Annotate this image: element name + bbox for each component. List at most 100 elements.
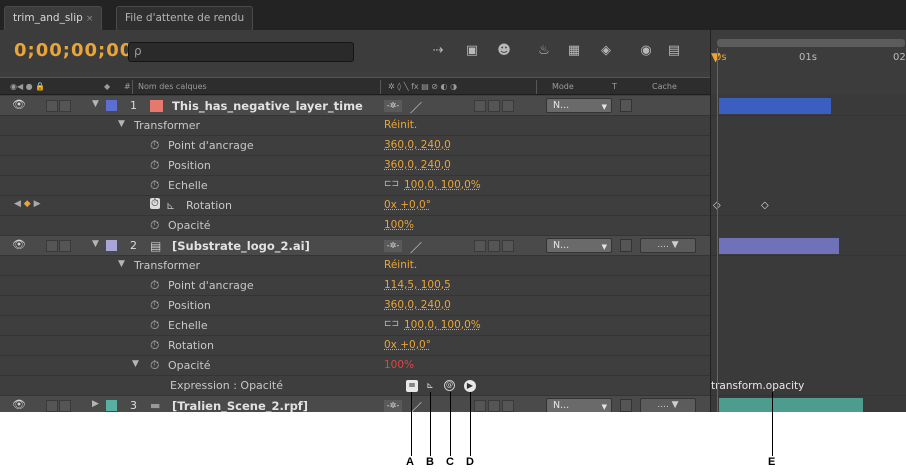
expression-enable-icon[interactable]: = xyxy=(406,380,418,392)
quality-switch-icon[interactable]: ／ xyxy=(410,239,422,256)
eye-icon[interactable]: 👁 xyxy=(12,98,26,111)
chevron-down-icon[interactable]: ▼ xyxy=(118,259,125,269)
brainstorm-icon[interactable]: ◈ xyxy=(596,42,616,60)
anchor-point-value[interactable]: 114,5, 100,5 xyxy=(384,279,451,291)
layer-duration-bar[interactable] xyxy=(719,398,863,412)
auto-keyframe-icon[interactable]: ▤ xyxy=(664,42,684,60)
stopwatch-icon[interactable]: ⏱ xyxy=(150,298,159,313)
layer-name[interactable]: [Substrate_logo_2.ai] xyxy=(172,239,310,253)
trkmat-header[interactable]: T xyxy=(612,82,617,91)
property-row[interactable]: ⏱ Point d'ancrage 114,5, 100,5 xyxy=(0,276,710,296)
expression-text[interactable]: transform.opacity xyxy=(711,380,804,392)
quality-switch-icon[interactable]: ／ xyxy=(410,99,422,116)
rotation-value[interactable]: 0x +0,0° xyxy=(384,339,431,351)
mode-dropdown[interactable]: N... ▼ xyxy=(546,98,612,113)
layer-row[interactable]: 👁 ▼ 1 This_has_negative_layer_time -✲- ／… xyxy=(0,96,710,116)
stopwatch-icon[interactable]: ⏱ xyxy=(150,358,159,373)
shy-switch-icon[interactable]: -✲- xyxy=(384,400,402,412)
property-row[interactable]: ⏱ Position 360,0, 240,0 xyxy=(0,296,710,316)
position-value[interactable]: 360,0, 240,0 xyxy=(384,299,451,311)
switches-header-icon[interactable]: ✲ ◊ ╲ fx ▤ ⊘ ◐ ◑ xyxy=(388,82,457,91)
opacity-value[interactable]: 100% xyxy=(384,219,414,231)
shy-switch-icon[interactable]: -✲- xyxy=(384,240,402,252)
layer-toggles[interactable] xyxy=(46,240,72,252)
time-navigator-bar[interactable] xyxy=(717,39,905,47)
time-ruler[interactable]: 0s 01s 02 ▼ xyxy=(711,30,906,94)
expression-language-menu-icon[interactable]: ▶ xyxy=(464,380,476,392)
layer-name[interactable]: [Tralien_Scene_2.rpf] xyxy=(172,399,308,412)
reset-link[interactable]: Réinit. xyxy=(384,119,417,131)
chevron-down-icon[interactable]: ▼ xyxy=(92,239,99,249)
layer-row[interactable]: 👁 ▼ 2 ▤ [Substrate_logo_2.ai] -✲- ／ N...… xyxy=(0,236,710,256)
layer-switches[interactable]: -✲- ／ xyxy=(384,239,514,256)
property-row[interactable]: ▼ ⏱ Opacité 100% xyxy=(0,356,710,376)
stopwatch-icon[interactable]: ⏱ xyxy=(150,138,159,153)
mode-dropdown[interactable]: N... ▼ xyxy=(546,398,612,412)
layer-toggles[interactable] xyxy=(46,100,72,112)
stopwatch-active-icon[interactable]: ⏱ xyxy=(150,198,160,209)
av-features-icon[interactable]: ◉◀ ● 🔒 xyxy=(10,82,45,91)
anchor-point-value[interactable]: 360,0, 240,0 xyxy=(384,139,451,151)
trkmat-box[interactable] xyxy=(620,399,632,412)
mode-header[interactable]: Mode xyxy=(552,82,574,91)
stopwatch-icon[interactable]: ⏱ xyxy=(150,318,159,333)
chevron-down-icon[interactable]: ▼ xyxy=(118,119,125,129)
comp-mini-flowchart-icon[interactable]: ⇢ xyxy=(428,42,448,60)
layer-duration-bar[interactable] xyxy=(719,98,831,114)
label-color-swatch[interactable] xyxy=(106,240,117,251)
property-row[interactable]: ◀ ◆ ▶ ⏱ ⊾ Rotation 0x +0,0° xyxy=(0,196,710,216)
property-row[interactable]: ⏱ Echelle ⊏⊐ 100,0, 100,0% xyxy=(0,316,710,336)
property-row[interactable]: ⏱ Position 360,0, 240,0 xyxy=(0,156,710,176)
rotation-value[interactable]: 0x +0,0° xyxy=(384,199,431,211)
layer-switches[interactable]: -✲- ／ xyxy=(384,99,514,116)
tab-trim-and-slip[interactable]: trim_and_slip × xyxy=(4,6,103,30)
keyframe-icon[interactable]: ◇ xyxy=(761,200,769,211)
label-color-swatch[interactable] xyxy=(106,400,117,411)
position-value[interactable]: 360,0, 240,0 xyxy=(384,159,451,171)
layer-duration-bar[interactable] xyxy=(719,238,839,254)
layer-name[interactable]: This_has_negative_layer_time xyxy=(172,99,363,113)
stopwatch-icon[interactable]: ⏱ xyxy=(150,338,159,353)
stopwatch-icon[interactable]: ⏱ xyxy=(150,158,159,173)
constrain-proportions-icon[interactable]: ⊏⊐ xyxy=(384,319,399,329)
scale-value[interactable]: 100,0, 100,0% xyxy=(404,179,481,191)
timeline-graph-area[interactable]: 0s 01s 02 ▼ ◇ ◇ transform.opacity xyxy=(710,30,906,412)
property-row[interactable]: ⏱ Opacité 100% xyxy=(0,216,710,236)
eye-icon[interactable]: 👁 xyxy=(12,238,26,251)
close-icon[interactable]: × xyxy=(86,14,94,24)
graph-editor-icon[interactable]: ◉ xyxy=(636,42,656,60)
label-color-swatch[interactable] xyxy=(106,100,117,111)
stopwatch-icon[interactable]: ⏱ xyxy=(150,178,159,193)
reset-link[interactable]: Réinit. xyxy=(384,259,417,271)
chevron-right-icon[interactable]: ▶ xyxy=(92,399,99,409)
layer-toggles[interactable] xyxy=(46,400,72,412)
chevron-down-icon[interactable]: ▼ xyxy=(132,359,139,369)
layer-row[interactable]: 👁 ▶ 3 ▬ [Tralien_Scene_2.rpf] -✲- ／ N...… xyxy=(0,396,710,412)
stopwatch-icon[interactable]: ⏱ xyxy=(150,218,159,233)
label-icon[interactable]: ◆ xyxy=(104,82,110,91)
cache-header[interactable]: Cache xyxy=(652,82,677,91)
expression-pick-whip-icon[interactable]: @ xyxy=(444,380,455,391)
opacity-value[interactable]: 100% xyxy=(384,359,414,371)
graph-icon[interactable]: ⊾ xyxy=(166,199,175,212)
expression-row[interactable]: Expression : Opacité = ⊾ @ ▶ xyxy=(0,376,710,396)
current-time-display[interactable]: 0;00;00;00 xyxy=(14,40,133,61)
property-row[interactable]: ▼ Transformer Réinit. xyxy=(0,256,710,276)
trkmat-dropdown[interactable]: .... ▼ xyxy=(640,238,696,253)
property-row[interactable]: ⏱ Rotation 0x +0,0° xyxy=(0,336,710,356)
keyframe-navigator[interactable]: ◀ ◆ ▶ xyxy=(14,199,41,209)
layer-switches[interactable]: -✲- ／ xyxy=(384,399,514,412)
scale-value[interactable]: 100,0, 100,0% xyxy=(404,319,481,331)
shy-layers-icon[interactable]: ☻ xyxy=(494,42,514,60)
expression-graph-icon[interactable]: ⊾ xyxy=(424,380,436,392)
tab-render-queue[interactable]: File d'attente de rendu xyxy=(116,6,254,30)
mode-dropdown[interactable]: N... ▼ xyxy=(546,238,612,253)
draft-3d-icon[interactable]: ▣ xyxy=(462,42,482,60)
property-row[interactable]: ⏱ Echelle ⊏⊐ 100,0, 100,0% xyxy=(0,176,710,196)
trkmat-box[interactable] xyxy=(620,99,632,112)
current-time-indicator-line[interactable] xyxy=(717,48,718,412)
motion-blur-icon[interactable]: ▦ xyxy=(564,42,584,60)
search-input[interactable]: ρ xyxy=(128,42,354,62)
chevron-down-icon[interactable]: ▼ xyxy=(92,99,99,109)
shy-switch-icon[interactable]: -✲- xyxy=(384,100,402,112)
